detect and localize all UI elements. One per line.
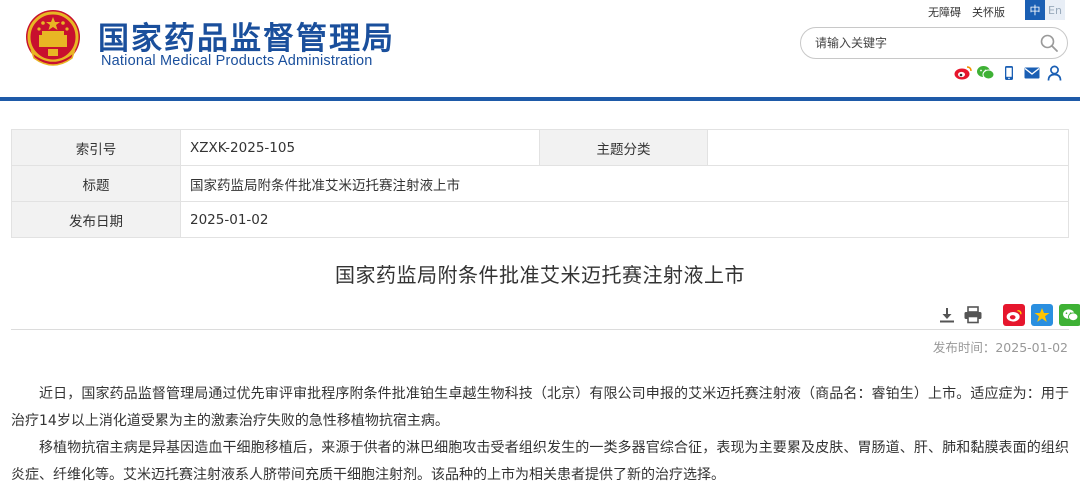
table-row: 发布日期 2025-01-02 xyxy=(11,201,1069,238)
search-icon[interactable] xyxy=(1039,33,1059,53)
elderly-mode-link[interactable]: 关怀版 xyxy=(972,4,1005,20)
search-box xyxy=(800,27,1068,59)
language-switch: 中 En xyxy=(1025,0,1065,20)
search-input[interactable] xyxy=(815,33,1025,53)
article-body: 近日，国家药品监督管理局通过优先审评审批程序附条件批准铂生卓越生物科技（北京）有… xyxy=(11,381,1069,489)
category-label: 主题分类 xyxy=(539,129,708,166)
top-links: 无障碍 关怀版 xyxy=(928,3,1016,20)
wechat-share-icon[interactable] xyxy=(1059,304,1080,326)
index-value: XZXK-2025-105 xyxy=(180,129,540,166)
accessibility-link[interactable]: 无障碍 xyxy=(928,4,961,20)
user-icon[interactable] xyxy=(1045,64,1064,81)
print-icon[interactable] xyxy=(963,305,983,325)
weibo-share-icon[interactable] xyxy=(1003,304,1025,326)
date-value: 2025-01-02 xyxy=(180,201,1069,238)
lang-en-button[interactable]: En xyxy=(1045,0,1065,20)
site-title-cn[interactable]: 国家药品监督管理局 xyxy=(98,13,395,58)
article-divider xyxy=(11,329,1069,330)
info-table: 索引号 XZXK-2025-105 主题分类 标题 国家药监局附条件批准艾米迈托… xyxy=(11,129,1069,238)
title-value: 国家药监局附条件批准艾米迈托赛注射液上市 xyxy=(180,165,1069,202)
title-label: 标题 xyxy=(11,165,181,202)
index-label: 索引号 xyxy=(11,129,181,166)
publish-date: 发布时间：2025-01-02 xyxy=(932,340,1068,355)
category-value xyxy=(707,129,1069,166)
qzone-share-icon[interactable] xyxy=(1031,304,1053,326)
table-row: 标题 国家药监局附条件批准艾米迈托赛注射液上市 xyxy=(11,165,1069,202)
article-title: 国家药监局附条件批准艾米迈托赛注射液上市 xyxy=(335,263,745,287)
download-icon[interactable] xyxy=(937,305,957,325)
header-divider xyxy=(0,97,1080,101)
wechat-icon[interactable] xyxy=(976,64,995,81)
site-title-en[interactable]: National Medical Products Administration xyxy=(101,53,373,69)
date-label: 发布日期 xyxy=(11,201,181,238)
lang-cn-button[interactable]: 中 xyxy=(1025,0,1045,20)
site-header: 国家药品监督管理局 National Medical Products Admi… xyxy=(0,0,1080,97)
weibo-icon[interactable] xyxy=(953,64,972,81)
table-row: 索引号 XZXK-2025-105 主题分类 xyxy=(11,129,1069,166)
article-paragraph: 移植物抗宿主病是异基因造血干细胞移植后，来源于供者的淋巴细胞攻击受者组织发生的一… xyxy=(11,440,1069,483)
national-emblem-logo xyxy=(26,10,80,66)
header-share-bar xyxy=(953,64,1064,81)
mail-icon[interactable] xyxy=(1022,64,1041,81)
mobile-icon[interactable] xyxy=(999,64,1018,81)
article-paragraph: 近日，国家药品监督管理局通过优先审评审批程序附条件批准铂生卓越生物科技（北京）有… xyxy=(11,386,1069,429)
article-tools xyxy=(937,304,1080,326)
